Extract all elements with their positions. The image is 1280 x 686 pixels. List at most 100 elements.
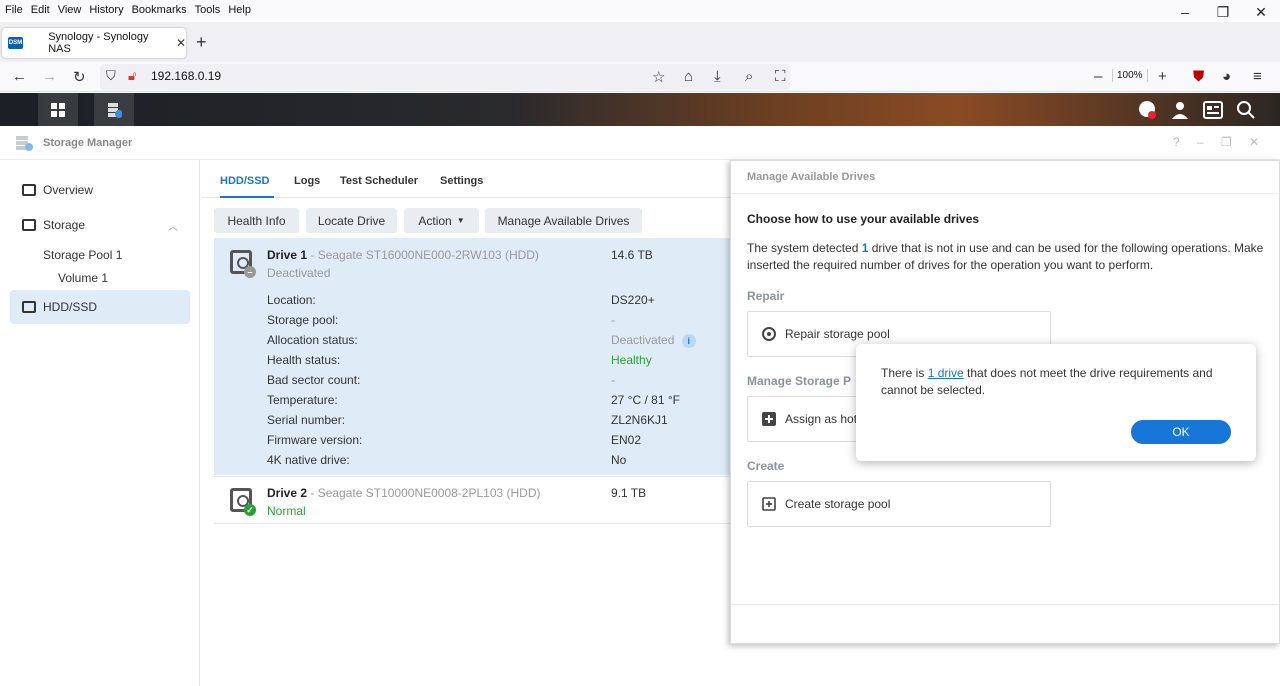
hdd-icon	[22, 301, 36, 313]
tab-logs[interactable]: Logs	[294, 175, 320, 187]
dsm-taskbar	[0, 93, 1280, 126]
menu-history[interactable]: History	[89, 4, 123, 16]
info-icon[interactable]: i	[681, 334, 696, 348]
sidebar-item-label: Overview	[43, 183, 94, 197]
sidebar-item-volume[interactable]: Volume 1	[58, 271, 108, 285]
storage-manager-taskbar-icon[interactable]	[94, 93, 134, 126]
create-section-title: Create	[747, 459, 785, 473]
sidebar-item-hdd-ssd[interactable]: HDD/SSD	[10, 290, 190, 324]
search-icon[interactable]: ⌕	[745, 68, 753, 85]
drive-model: - Seagate ST16000NE000-2RW103 (HDD)	[310, 248, 539, 262]
caret-down-icon: ▼	[456, 216, 465, 225]
window-title: Storage Manager	[43, 137, 133, 149]
user-icon[interactable]	[1167, 97, 1193, 123]
option-label: Create storage pool	[785, 497, 891, 511]
ok-button[interactable]: OK	[1131, 420, 1231, 444]
zoom-level[interactable]: 100%	[1112, 69, 1148, 82]
restore-icon[interactable]: ❐	[1204, 0, 1242, 24]
menu-bar: File Edit View History Bookmarks Tools H…	[0, 0, 1280, 20]
help-icon[interactable]: ?	[1173, 135, 1180, 149]
window-minimize-icon[interactable]: –	[1197, 135, 1204, 149]
widgets-icon[interactable]	[1200, 97, 1226, 123]
hamburger-menu-icon[interactable]: ≡	[1253, 68, 1262, 85]
home-icon[interactable]: ⌂	[684, 68, 693, 85]
bookmark-star-icon[interactable]: ☆	[652, 68, 665, 86]
alert-text: There is	[881, 366, 928, 380]
action-label: Action	[418, 213, 452, 228]
detail-value: -	[611, 373, 615, 387]
sidebar-item-label: Storage	[43, 218, 86, 232]
healthy-check-icon: ✓	[244, 504, 256, 516]
zoom-out-icon[interactable]: –	[1094, 68, 1102, 85]
panel-description: The system detected 1 drive that is not …	[747, 240, 1279, 274]
browser-tab[interactable]: DSM Synology - Synology NAS ✕	[2, 28, 186, 58]
url-text[interactable]: 192.168.0.19	[151, 69, 221, 83]
drive-row-1[interactable]: – Drive 1 - Seagate ST16000NE000-2RW103 …	[214, 238, 731, 475]
sidebar-item-storage-pool[interactable]: Storage Pool 1	[43, 248, 122, 262]
tab-settings[interactable]: Settings	[440, 175, 483, 187]
menu-view[interactable]: View	[58, 4, 82, 16]
drive-name: Drive 2	[267, 486, 308, 500]
sidebar-item-overview[interactable]: Overview	[10, 173, 190, 207]
detail-value: DS220+	[611, 293, 655, 307]
menu-file[interactable]: File	[5, 4, 23, 16]
drive-capacity: 14.6 TB	[611, 248, 653, 262]
back-icon[interactable]: ←	[12, 68, 27, 85]
panel-divider	[731, 193, 1279, 194]
create-storage-pool-option[interactable]: Create storage pool	[747, 481, 1051, 527]
chevron-up-icon[interactable]: ︿	[168, 218, 178, 233]
manage-available-drives-button[interactable]: Manage Available Drives	[485, 208, 642, 233]
detail-label: Bad sector count:	[267, 373, 361, 387]
deactivated-badge-icon: –	[244, 266, 256, 278]
menu-bookmarks[interactable]: Bookmarks	[132, 4, 187, 16]
desc-text: The system detected	[747, 241, 862, 255]
tab-strip: HDD/SSD Logs Test Scheduler Settings	[201, 160, 731, 198]
new-tab-icon[interactable]: +	[196, 32, 207, 53]
window-titlebar: Storage Manager ? – ❐ ✕	[0, 126, 1280, 160]
menu-help[interactable]: Help	[228, 4, 251, 16]
repair-section-title: Repair	[747, 289, 785, 303]
close-tab-icon[interactable]: ✕	[176, 36, 186, 50]
health-info-button[interactable]: Health Info	[214, 208, 299, 233]
reload-icon[interactable]: ↻	[73, 68, 86, 86]
panel-title: Manage Available Drives	[747, 171, 876, 183]
tab-test-scheduler[interactable]: Test Scheduler	[340, 175, 418, 187]
active-tab-indicator	[220, 196, 274, 198]
alert-dialog: There is 1 drive that does not meet the …	[856, 344, 1256, 461]
drive-title: Drive 1 - Seagate ST16000NE000-2RW103 (H…	[267, 248, 539, 262]
window-restore-icon[interactable]: ❐	[1221, 135, 1232, 149]
drive-row-2[interactable]: ✓ Drive 2 - Seagate ST10000NE0008-2PL103…	[214, 476, 731, 524]
desc-text-line2: inserted the required number of drives f…	[747, 258, 1154, 272]
screenshot-icon[interactable]: ⛶	[775, 68, 786, 85]
option-label: Repair storage pool	[785, 327, 890, 341]
detail-value: Deactivated i	[611, 333, 696, 348]
minimize-icon[interactable]: –	[1166, 0, 1204, 24]
menu-edit[interactable]: Edit	[31, 4, 50, 16]
sidebar-item-storage[interactable]: Storage ︿	[10, 208, 190, 242]
insecure-lock-icon[interactable]: 🔓︎	[128, 68, 136, 84]
search-icon[interactable]	[1233, 97, 1259, 123]
extension-icon[interactable]: ◕	[1222, 68, 1231, 85]
close-window-icon[interactable]: ✕	[1242, 0, 1280, 24]
forward-icon[interactable]: →	[42, 68, 57, 85]
detail-label: Firmware version:	[267, 433, 363, 447]
drive-title: Drive 2 - Seagate ST10000NE0008-2PL103 (…	[267, 486, 541, 500]
tab-title: Synology - Synology NAS	[48, 31, 149, 55]
add-icon	[762, 412, 776, 426]
detail-label: Temperature:	[267, 393, 338, 407]
detail-value: No	[611, 453, 627, 467]
shield-icon[interactable]: ⛉	[106, 68, 116, 84]
drive-name: Drive 1	[267, 248, 308, 262]
main-menu-icon[interactable]	[38, 93, 78, 126]
action-button[interactable]: Action ▼	[404, 208, 479, 233]
ublock-icon[interactable]: ⛊	[1193, 68, 1204, 85]
window-close-icon[interactable]: ✕	[1249, 135, 1259, 149]
alert-message: There is 1 drive that does not meet the …	[881, 365, 1241, 399]
drive-link[interactable]: 1 drive	[928, 366, 964, 380]
download-icon[interactable]: ⤓	[714, 68, 721, 85]
menu-tools[interactable]: Tools	[195, 4, 221, 16]
locate-drive-button[interactable]: Locate Drive	[306, 208, 397, 233]
tab-hdd-ssd[interactable]: HDD/SSD	[220, 175, 270, 187]
zoom-in-icon[interactable]: +	[1158, 68, 1167, 85]
notifications-icon[interactable]	[1134, 97, 1160, 123]
